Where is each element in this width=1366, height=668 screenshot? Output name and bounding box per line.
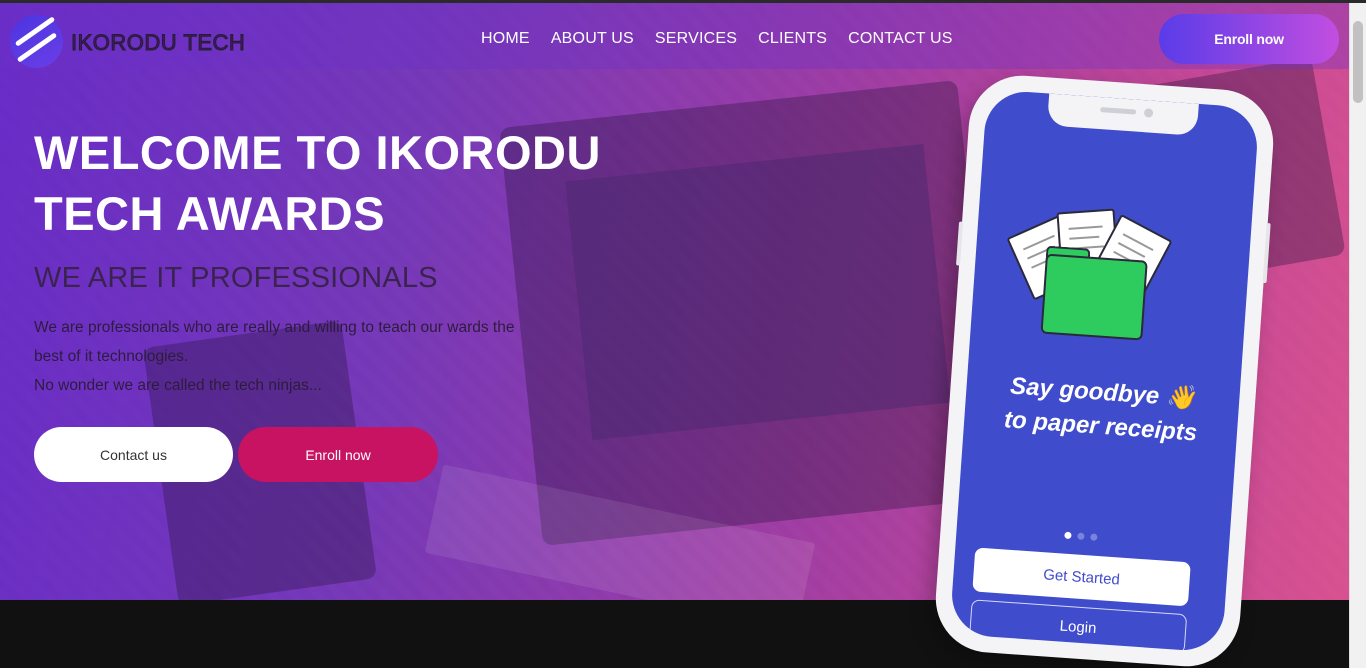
login-button[interactable]: Login: [968, 599, 1188, 653]
nav-clients[interactable]: CLIENTS: [758, 30, 827, 48]
hero-description-line-3: No wonder we are called the tech ninjas.…: [34, 377, 322, 394]
browser-top-border: [0, 0, 1366, 3]
hero-enroll-button[interactable]: Enroll now: [238, 427, 438, 482]
phone-headline: Say goodbye 👋 to paper receipts: [963, 366, 1240, 453]
phone-mockup: Say goodbye 👋 to paper receipts Get Star…: [932, 72, 1277, 668]
hero-subtitle: WE ARE IT PROFESSIONALS: [34, 262, 438, 294]
nav-links: HOME ABOUT US SERVICES CLIENTS CONTACT U…: [481, 30, 953, 48]
hero-description: We are professionals who are really and …: [34, 313, 614, 400]
nav-contact-us[interactable]: CONTACT US: [848, 30, 953, 48]
nav-home[interactable]: HOME: [481, 30, 530, 48]
scrollbar-thumb[interactable]: [1353, 21, 1363, 103]
hero-title-line-2: TECH AWARDS: [34, 187, 386, 240]
page-scrollbar[interactable]: [1349, 3, 1366, 668]
phone-screen: Say goodbye 👋 to paper receipts Get Star…: [949, 89, 1260, 653]
receipts-illustration: [1006, 200, 1181, 351]
contact-us-button[interactable]: Contact us: [34, 427, 233, 482]
navbar: IKORODU TECH HOME ABOUT US SERVICES CLIE…: [0, 3, 1349, 69]
hero-description-line-2: best of it technologies.: [34, 348, 189, 365]
hero-description-line-1: We are professionals who are really and …: [34, 319, 515, 336]
nav-enroll-button[interactable]: Enroll now: [1159, 14, 1339, 64]
carousel-dot-3[interactable]: [1090, 533, 1098, 541]
hero-title-line-1: WELCOME TO IKORODU: [34, 126, 601, 179]
nav-about-us[interactable]: ABOUT US: [551, 30, 634, 48]
hero-title: WELCOME TO IKORODU TECH AWARDS: [34, 122, 634, 244]
carousel-dot-1[interactable]: [1064, 531, 1072, 540]
get-started-button[interactable]: Get Started: [972, 547, 1191, 607]
brand-name[interactable]: IKORODU TECH: [70, 30, 245, 56]
nav-services[interactable]: SERVICES: [655, 30, 737, 48]
folder-icon: [1040, 253, 1148, 341]
phone-notch: [1046, 93, 1199, 136]
carousel-dots: [1064, 531, 1098, 541]
logo-slash-icon[interactable]: [10, 15, 63, 68]
carousel-dot-2[interactable]: [1077, 532, 1085, 540]
